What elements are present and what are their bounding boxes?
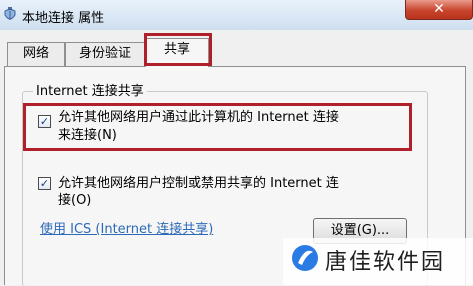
- allow-control-label-line1: 允许其他网络用户控制或禁用共享的 Internet 连: [58, 176, 339, 191]
- tab-sharing[interactable]: 共享: [145, 38, 209, 67]
- allow-control-label-line2: 接(O): [58, 193, 92, 208]
- allow-control-checkbox[interactable]: ✓: [38, 177, 51, 190]
- allow-connect-label-line1: 允许其他网络用户通过此计算机的 Internet 连接: [58, 110, 339, 125]
- close-button[interactable]: ✕: [405, 0, 473, 20]
- allow-connect-label-line2: 来连接(N): [58, 128, 117, 143]
- ics-help-link[interactable]: 使用 ICS (Internet 连接共享): [40, 218, 213, 237]
- watermark: 唐佳软件园: [283, 238, 473, 285]
- watermark-logo-icon: [292, 245, 318, 271]
- tab-network[interactable]: 网络: [7, 42, 65, 66]
- window-title: 本地连接 属性: [22, 11, 105, 26]
- network-connection-icon: [4, 7, 16, 20]
- tab-authentication[interactable]: 身份验证: [65, 42, 145, 66]
- watermark-text: 唐佳软件园: [325, 250, 446, 275]
- title-bar: 本地连接 属性 ✕: [0, 0, 473, 30]
- allow-connect-checkbox[interactable]: ✓: [38, 115, 51, 128]
- tab-bar: 网络 身份验证 共享: [0, 30, 473, 67]
- ics-group-title: Internet 连接共享: [33, 80, 147, 99]
